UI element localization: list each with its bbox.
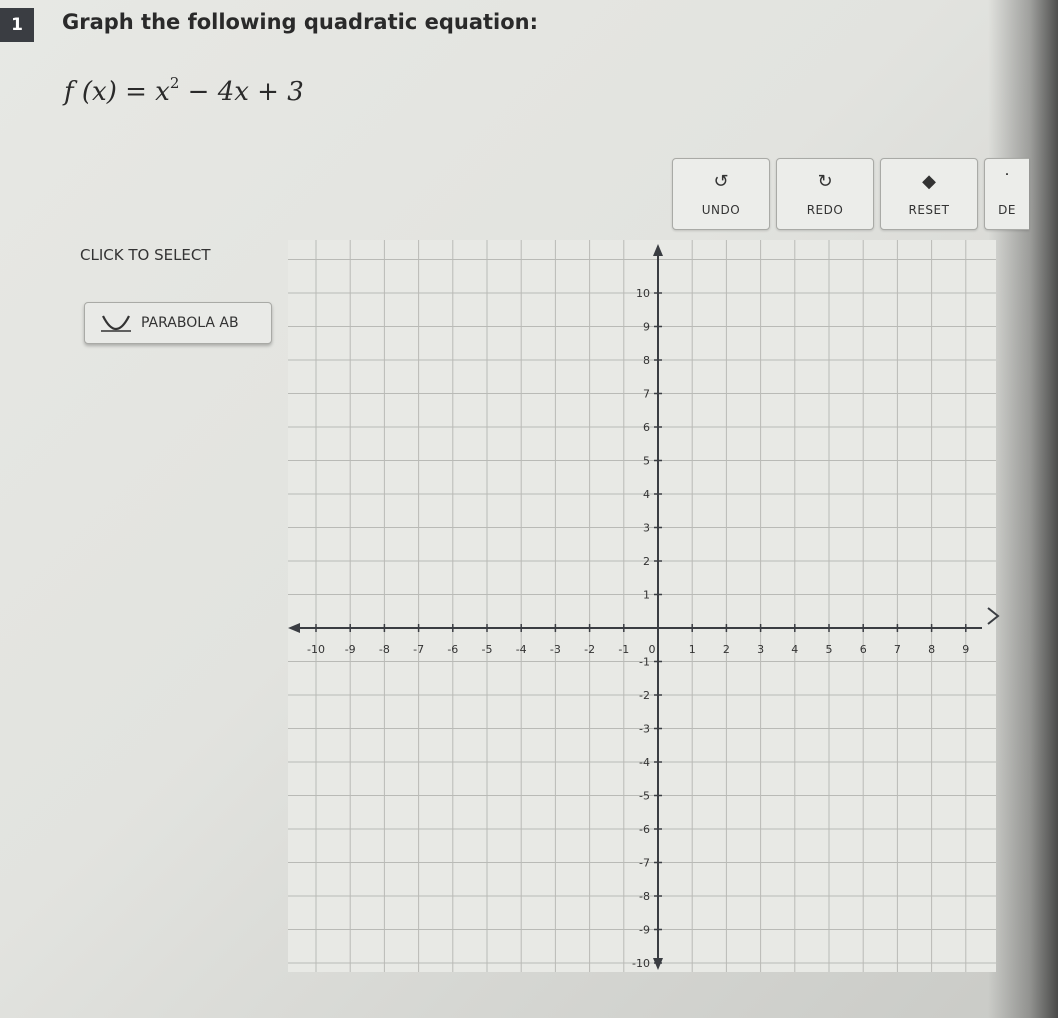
y-tick-label: -9 [639,924,650,937]
y-tick-label: 3 [643,522,650,535]
y-tick-label: 10 [636,287,650,300]
coordinate-plane[interactable]: -10 -9 -8 -7 -6 -5 -4 -3 -2 -1 1 2 3 4 5 6 7 8 9 0 10 9 8 7 6 5 4 3… [0,0,1058,1018]
x-tick-label: -5 [482,643,493,656]
origin-label: 0 [649,643,656,656]
y-tick-label: -3 [639,723,650,736]
x-tick-label: 7 [894,643,901,656]
x-tick-label: 1 [689,643,696,656]
x-tick-label: -2 [584,643,595,656]
y-tick-label: 1 [643,589,650,602]
y-tick-label: -2 [639,689,650,702]
x-tick-label: -10 [307,643,325,656]
y-tick-label: -1 [639,656,650,669]
y-tick-label: 5 [643,455,650,468]
x-tick-label: -6 [447,643,458,656]
x-tick-label: 6 [860,643,867,656]
x-tick-label: -7 [413,643,424,656]
x-tick-label: 9 [962,643,969,656]
x-tick-label: 4 [791,643,798,656]
y-tick-label: -10 [632,957,650,970]
y-tick-label: -6 [639,823,650,836]
y-tick-label: 4 [643,488,650,501]
x-tick-label: -8 [379,643,390,656]
y-tick-label: 6 [643,421,650,434]
x-tick-label: -3 [550,643,561,656]
y-tick-label: -8 [639,890,650,903]
x-tick-label: 8 [928,643,935,656]
x-tick-label: -4 [516,643,527,656]
y-tick-label: 8 [643,354,650,367]
y-tick-label: -5 [639,790,650,803]
x-tick-label: 3 [757,643,764,656]
y-tick-label: 9 [643,321,650,334]
x-tick-label: -1 [618,643,629,656]
y-tick-label: -7 [639,857,650,870]
x-tick-label: 2 [723,643,730,656]
y-tick-label: -4 [639,756,650,769]
y-tick-label: 7 [643,388,650,401]
x-tick-label: 5 [826,643,833,656]
x-tick-label: -9 [345,643,356,656]
y-tick-label: 2 [643,555,650,568]
